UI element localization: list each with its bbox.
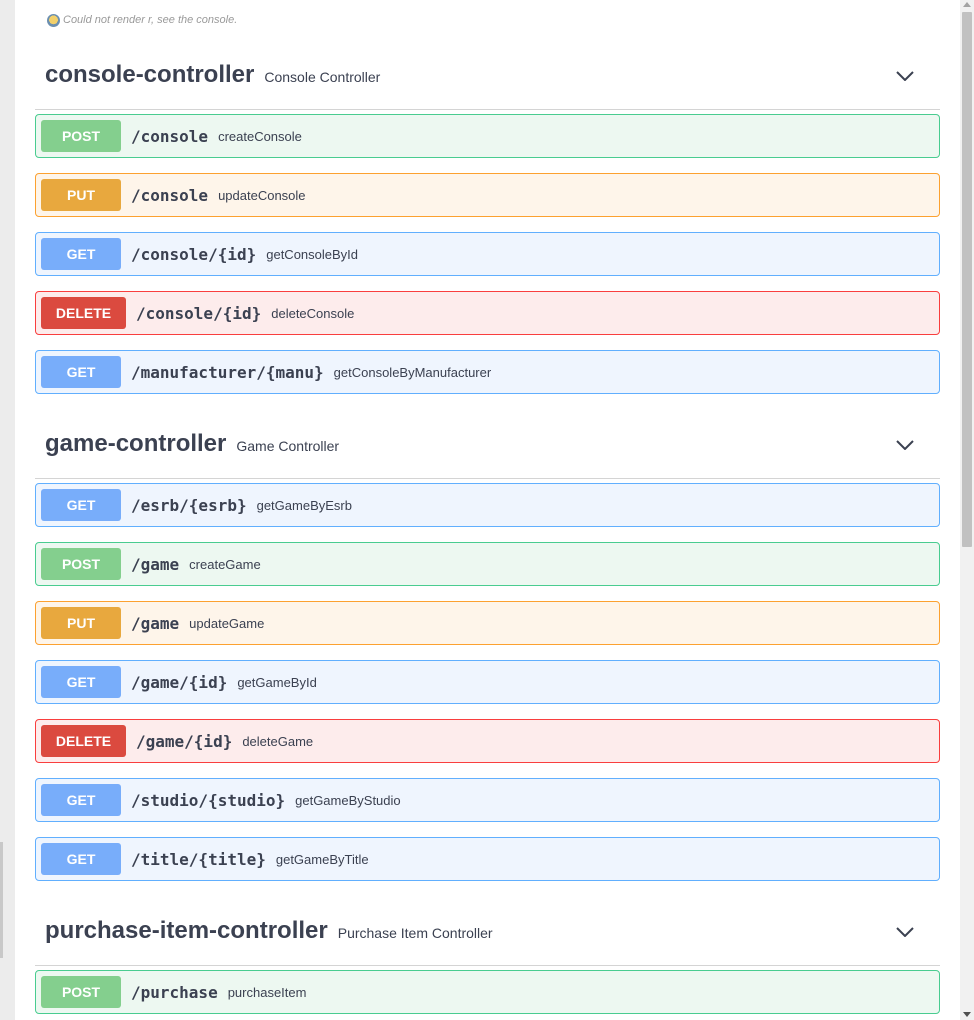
operation-summary: deleteConsole — [271, 305, 355, 321]
screaming-face-icon — [47, 13, 60, 27]
error-text: Could not render r, see the console. — [63, 14, 238, 26]
operation-summary: getConsoleByManufacturer — [333, 364, 492, 380]
operation-get-studio[interactable]: GET /studio/{studio} getGameByStudio — [35, 778, 940, 822]
section-header-game-controller[interactable]: game-controller Game Controller — [35, 408, 940, 479]
operation-post-console[interactable]: POST /console createConsole — [35, 114, 940, 158]
swagger-page: Could not render r, see the console. con… — [15, 0, 960, 1020]
method-badge: GET — [41, 489, 121, 521]
render-error-message: Could not render r, see the console. — [47, 13, 237, 27]
operation-summary: getGameByTitle — [275, 851, 369, 867]
operation-summary: getGameById — [237, 674, 317, 690]
window-edge — [0, 842, 3, 958]
method-badge: DELETE — [41, 297, 126, 329]
operation-path: /game — [131, 554, 180, 574]
operation-get-console-id[interactable]: GET /console/{id} getConsoleById — [35, 232, 940, 276]
operation-summary: createGame — [189, 556, 261, 572]
operation-delete-game-id[interactable]: DELETE /game/{id} deleteGame — [35, 719, 940, 763]
operation-path: /game/{id} — [136, 731, 233, 751]
chevron-down-icon[interactable] — [896, 927, 914, 937]
section-header-purchase-item-controller[interactable]: purchase-item-controller Purchase Item Co… — [35, 895, 940, 966]
operation-summary: purchaseItem — [227, 984, 307, 1000]
operation-path: /console — [131, 126, 209, 146]
operation-delete-console-id[interactable]: DELETE /console/{id} deleteConsole — [35, 291, 940, 335]
method-badge: GET — [41, 666, 121, 698]
operation-put-game[interactable]: PUT /game updateGame — [35, 601, 940, 645]
chevron-down-icon[interactable] — [896, 71, 914, 81]
section-description: Purchase Item Controller — [337, 925, 493, 941]
chevron-down-icon[interactable] — [896, 440, 914, 450]
section-description: Console Controller — [264, 69, 381, 85]
operation-get-game-id[interactable]: GET /game/{id} getGameById — [35, 660, 940, 704]
method-badge: DELETE — [41, 725, 126, 757]
section-header-console-controller[interactable]: console-controller Console Controller — [35, 39, 940, 110]
operation-summary: getConsoleById — [266, 246, 359, 262]
method-badge: GET — [41, 843, 121, 875]
operation-summary: deleteGame — [242, 733, 314, 749]
operation-put-console[interactable]: PUT /console updateConsole — [35, 173, 940, 217]
section-description: Game Controller — [236, 438, 340, 454]
operation-get-manufacturer[interactable]: GET /manufacturer/{manu} getConsoleByMan… — [35, 350, 940, 394]
operation-path: /console — [131, 185, 209, 205]
method-badge: POST — [41, 548, 121, 580]
operation-path: /title/{title} — [131, 849, 266, 869]
operation-summary: getGameByStudio — [295, 792, 401, 808]
operation-summary: createConsole — [218, 128, 302, 144]
operation-path: /purchase — [131, 982, 218, 1002]
operation-path: /game — [131, 613, 180, 633]
operation-path: /esrb/{esrb} — [131, 495, 247, 515]
operation-summary: getGameByEsrb — [256, 497, 352, 513]
operation-summary: updateConsole — [218, 187, 306, 203]
method-badge: PUT — [41, 607, 121, 639]
operation-post-purchase[interactable]: POST /purchase purchaseItem — [35, 970, 940, 1014]
operation-get-esrb[interactable]: GET /esrb/{esrb} getGameByEsrb — [35, 483, 940, 527]
operation-path: /game/{id} — [131, 672, 228, 692]
section-title: game-controller — [45, 430, 227, 457]
method-badge: GET — [41, 356, 121, 388]
operation-summary: updateGame — [189, 615, 265, 631]
scroll-up-arrow-icon[interactable] — [963, 2, 971, 7]
operation-path: /console/{id} — [131, 244, 257, 264]
method-badge: PUT — [41, 179, 121, 211]
operation-path: /console/{id} — [136, 303, 262, 323]
operation-post-game[interactable]: POST /game createGame — [35, 542, 940, 586]
scroll-down-arrow-icon[interactable] — [963, 1012, 971, 1017]
section-title: purchase-item-controller — [45, 917, 328, 944]
operation-path: /studio/{studio} — [131, 790, 286, 810]
operation-path: /manufacturer/{manu} — [131, 362, 324, 382]
operation-get-title[interactable]: GET /title/{title} getGameByTitle — [35, 837, 940, 881]
method-badge: POST — [41, 976, 121, 1008]
method-badge: POST — [41, 120, 121, 152]
section-title: console-controller — [45, 61, 255, 88]
scrollbar-thumb[interactable] — [962, 12, 972, 547]
method-badge: GET — [41, 238, 121, 270]
method-badge: GET — [41, 784, 121, 816]
